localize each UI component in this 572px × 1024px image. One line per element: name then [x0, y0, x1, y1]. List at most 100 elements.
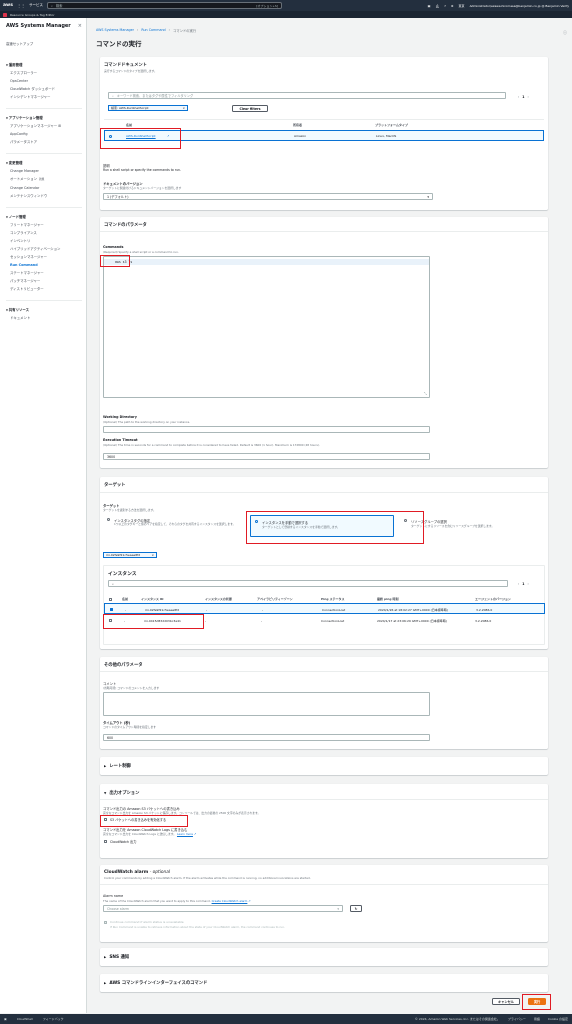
rate-control-panel[interactable]: ▶ レート制御	[100, 757, 548, 775]
create-alarm-link[interactable]: Create CloudWatch alarm	[212, 899, 248, 903]
sidebar-item[interactable]: アプリケーションマネージャー ⊞	[10, 124, 86, 129]
caret-right-icon[interactable]: ▶	[104, 764, 106, 768]
info-icon[interactable]: ⓘ	[563, 30, 567, 36]
sidebar-group-title[interactable]: ▼ 共有リソース	[6, 307, 86, 312]
sidebar-item[interactable]: Change Manager	[10, 169, 86, 174]
instance-search-input[interactable]: ⌕	[108, 580, 508, 587]
cloudwatch-output-checkbox-row[interactable]: CloudWatch 出力	[104, 839, 136, 844]
caret-down-icon[interactable]: ▼	[104, 791, 106, 795]
target-option-resource-group-radio[interactable]	[404, 519, 407, 522]
column-header-agent[interactable]: エージェントのバージョン	[475, 597, 511, 601]
continue-alarm-checkbox[interactable]	[104, 920, 107, 924]
cloudwatch-output-checkbox-label[interactable]: CloudWatch 出力	[110, 839, 136, 844]
account-menu[interactable]: Administrator/ezawa.hiromasa@benjamin.co…	[470, 4, 569, 8]
sidebar-item[interactable]: CloudWatch ダッシュボード	[10, 87, 86, 92]
s3-output-checkbox[interactable]	[104, 818, 107, 821]
sidebar-item[interactable]: Run Command	[10, 263, 86, 268]
panel-title[interactable]: AWS コマンドラインインターフェイスのコマンド	[109, 980, 207, 986]
notifications-icon[interactable]: 🔔︎	[435, 4, 439, 8]
document-version-select[interactable]: 1 (デフォルト) ▾	[103, 193, 433, 200]
sidebar-item[interactable]: AppConfig	[10, 132, 86, 137]
resize-handle-icon[interactable]: ⤡	[424, 391, 427, 396]
panel-title[interactable]: SNS 通知	[109, 954, 129, 960]
next-page-icon[interactable]: ›	[528, 95, 529, 99]
global-search-input[interactable]: ⌕ 検索 [オプション+S]	[47, 2, 282, 9]
target-option-tags-radio[interactable]	[107, 518, 110, 521]
continue-alarm-checkbox-row[interactable]: Continue command if alarm status is unav…	[104, 920, 184, 924]
sidebar-item[interactable]: ドキュメント	[10, 316, 86, 321]
remove-filter-icon[interactable]: ×	[182, 106, 185, 110]
cli-command-panel[interactable]: ▶ AWS コマンドラインインターフェイスのコマンド	[100, 974, 548, 992]
column-header-last-ping[interactable]: 最終 ping 時刻	[377, 597, 399, 601]
services-menu-icon[interactable]: ⋮⋮	[17, 3, 25, 8]
sidebar-item[interactable]: セッションマネージャー	[10, 255, 86, 260]
close-icon[interactable]: ×	[78, 23, 82, 29]
cloudshell-icon[interactable]: ▣	[4, 1017, 7, 1021]
target-option-manual[interactable]: インスタンスを手動で選択する ターゲットとして登録するインスタンスを手動で選択し…	[250, 515, 394, 537]
panel-title[interactable]: 出力オプション	[109, 790, 139, 796]
aws-logo[interactable]: aws	[3, 3, 13, 8]
current-page[interactable]: 1	[522, 95, 524, 99]
refresh-alarms-button[interactable]: ↻	[350, 905, 362, 912]
sidebar-item[interactable]: ハイブリッドアクティベーション	[10, 247, 86, 252]
help-icon[interactable]: ?	[444, 4, 446, 8]
s3-output-checkbox-row[interactable]: S3 バケットへの書き込みを有効化する	[104, 817, 166, 822]
breadcrumb-run-command[interactable]: Run Command	[141, 28, 165, 33]
column-header-instance-id[interactable]: インスタンス ID	[141, 597, 164, 601]
sidebar-item[interactable]: オートメーション 新規	[10, 177, 86, 183]
column-header-az[interactable]: アベイラビリティーゾーン	[257, 597, 293, 601]
settings-icon[interactable]: ⚙	[451, 4, 454, 8]
sidebar-group-title[interactable]: ▼ 変更管理	[6, 160, 86, 165]
timeout-seconds-input[interactable]: 600	[103, 734, 430, 741]
sidebar-item[interactable]: パラメータストア	[10, 140, 86, 145]
instance-row-checkbox[interactable]	[110, 607, 113, 611]
document-row[interactable]: AWS-RunShellScript ↗ Amazon Linux, MacOS	[104, 130, 544, 141]
cloudshell-icon[interactable]: ▣	[428, 4, 431, 8]
footer-cookie[interactable]: Cookie の設定	[548, 1017, 568, 1021]
sidebar-item[interactable]: ディストリビューター	[10, 287, 86, 292]
sidebar-group-title[interactable]: ▼ 運用管理	[6, 62, 86, 67]
target-option-resource-group[interactable]: リソースグループの選択 ターゲットにするリソースを含むリソースグループを選択しま…	[400, 515, 544, 537]
document-row-radio[interactable]	[109, 134, 112, 138]
instances-current-page[interactable]: 1	[522, 582, 524, 586]
target-option-tags[interactable]: インスタンスタグの指定 1つ以上のタグキーと値のペアを指定して、それらのタグを共…	[105, 515, 246, 537]
column-header-name[interactable]: 名前	[122, 597, 128, 601]
commands-value[interactable]: aws s3 ls	[115, 260, 132, 264]
sidebar-item[interactable]: ステートマネージャー	[10, 271, 86, 276]
cloudwatch-output-checkbox[interactable]	[104, 840, 107, 843]
panel-title[interactable]: レート制御	[109, 763, 130, 769]
column-header-state[interactable]: インスタンスの状態	[205, 597, 232, 601]
sidebar-item[interactable]: インベントリ	[10, 239, 86, 244]
working-directory-input[interactable]	[103, 426, 430, 433]
sidebar-item-quick-setup[interactable]: 高速セットアップ	[6, 41, 86, 46]
services-button[interactable]: サービス	[29, 3, 43, 8]
sidebar-title[interactable]: AWS Systems Manager	[6, 23, 71, 29]
instance-row[interactable]: - mi-02fe9f21c5eaee8fd - - ConnectionLos…	[104, 603, 545, 614]
learn-more-link[interactable]: Learn more	[177, 832, 193, 836]
run-button[interactable]: 実行	[528, 998, 546, 1005]
footer-cloudshell[interactable]: CloudShell	[17, 1017, 33, 1021]
select-all-checkbox[interactable]	[109, 598, 112, 601]
sidebar-item[interactable]: パッチマネージャー	[10, 279, 86, 284]
resource-groups-link[interactable]: Resource Groups & Tag Editor	[10, 13, 55, 17]
caret-right-icon[interactable]: ▶	[104, 981, 106, 985]
column-header-ping[interactable]: Ping ステータス	[321, 597, 345, 601]
sidebar-group-title[interactable]: ▼ アプリケーション管理	[6, 115, 86, 120]
sidebar-item[interactable]: コンプライアンス	[10, 231, 86, 236]
remove-token-icon[interactable]: ×	[151, 553, 154, 557]
alarm-select[interactable]: Choose alarm ▾	[103, 905, 343, 912]
footer-feedback[interactable]: フィードバック	[43, 1017, 64, 1021]
footer-privacy[interactable]: プライバシー	[508, 1017, 526, 1021]
instance-row[interactable]: - mi-0415d83dd03bc3a41 - - ConnectionLos…	[104, 615, 545, 626]
sidebar-item[interactable]: メンテナンスウィンドウ	[10, 194, 86, 199]
sidebar-item[interactable]: インシデントマネージャー	[10, 95, 86, 100]
target-option-manual-radio[interactable]	[255, 520, 258, 523]
execution-timeout-input[interactable]: 3600	[103, 453, 430, 460]
region-selector[interactable]: 東京	[459, 4, 465, 8]
document-search-input[interactable]: ⌕ キーワード検索、またはタグや属性でフィルタリング	[108, 92, 506, 99]
instance-row-checkbox[interactable]	[109, 618, 112, 622]
sidebar-item[interactable]: Change Calendar	[10, 186, 86, 191]
breadcrumb-systems-manager[interactable]: AWS Systems Manager	[96, 28, 134, 33]
s3-output-checkbox-label[interactable]: S3 バケットへの書き込みを有効化する	[110, 817, 166, 822]
document-name-link[interactable]: AWS-RunShellScript	[126, 134, 156, 138]
